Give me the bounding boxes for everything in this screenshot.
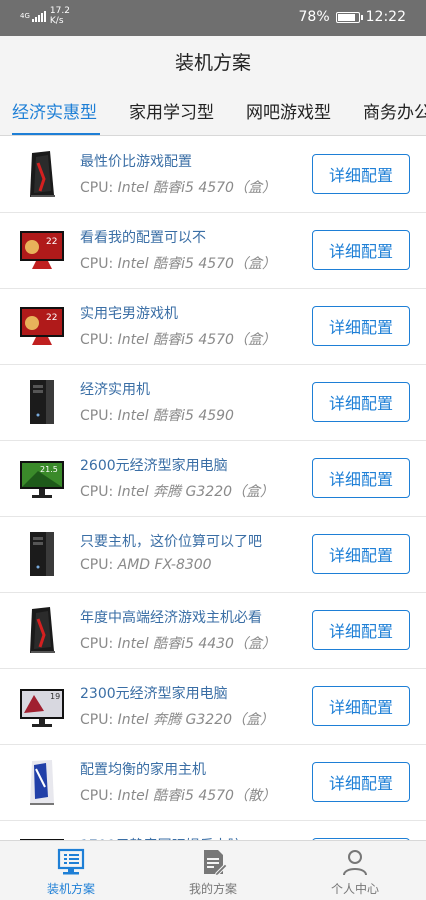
tab-internet-cafe-gaming[interactable]: 网吧游戏型 [246, 98, 331, 123]
product-thumbnail: 22 [18, 225, 66, 275]
cpu-value: Intel 酷睿i5 4430（盒） [117, 636, 276, 652]
detail-config-button[interactable]: 详细配置 [312, 458, 410, 498]
status-bar: 4G 17.2 K/s 78% 12:22 [0, 0, 426, 36]
cpu-label: CPU: [80, 484, 118, 500]
cpu-value: Intel 奔腾 G3220（盒） [117, 484, 275, 500]
nav-profile-label: 个人中心 [330, 882, 379, 896]
detail-config-button[interactable]: 详细配置 [312, 686, 410, 726]
detail-config-button[interactable]: 详细配置 [312, 762, 410, 802]
plan-cpu: CPU: Intel 酷睿i5 4570（盒） [80, 253, 276, 273]
cpu-label: CPU: [80, 408, 118, 424]
product-thumbnail [18, 757, 66, 807]
product-thumbnail [18, 529, 66, 579]
detail-config-button[interactable]: 详细配置 [312, 534, 410, 574]
svg-text:19: 19 [50, 692, 60, 701]
detail-config-button[interactable]: 详细配置 [312, 306, 410, 346]
svg-text:21.5: 21.5 [40, 465, 58, 474]
plan-cpu: CPU: AMD FX-8300 [80, 557, 212, 573]
clock: 12:22 [365, 9, 406, 25]
list-item[interactable]: 19 2300元经济型家用电脑 CPU: Intel 奔腾 G3220（盒） 详细配置 [0, 669, 426, 745]
nav-my-plans[interactable]: 我的方案 [142, 841, 284, 900]
cpu-label: CPU: [80, 557, 118, 573]
page-title-bar: 装机方案 [0, 36, 426, 86]
plan-title[interactable]: 只要主机，这价位算可以了吧 [80, 531, 262, 551]
person-icon [343, 850, 367, 876]
page-title: 装机方案 [174, 51, 251, 74]
detail-config-button[interactable]: 详细配置 [312, 382, 410, 422]
battery-icon [335, 11, 363, 23]
speed-value: 17.2 [49, 6, 70, 16]
status-left: 4G 17.2 K/s [20, 6, 70, 26]
plan-title[interactable]: 2300元经济型家用电脑 [80, 683, 228, 703]
cpu-value: Intel 酷睿i5 4590 [117, 408, 234, 424]
plan-title[interactable]: 2600元经济型家用电脑 [80, 455, 228, 475]
plan-title[interactable]: 经济实用机 [80, 379, 150, 399]
speed-unit: K/s [49, 16, 64, 26]
tab-business-office[interactable]: 商务办公 [363, 98, 426, 123]
cpu-value: Intel 酷睿i5 4570（盒） [117, 256, 276, 272]
detail-config-button[interactable]: 详细配置 [312, 610, 410, 650]
cpu-value: Intel 酷睿i5 4570（盒） [117, 332, 276, 348]
list-item[interactable]: 经济实用机 CPU: Intel 酷睿i5 4590 详细配置 [0, 365, 426, 441]
active-tab-indicator [12, 133, 100, 135]
bottom-nav: 装机方案 我的方案 个人中心 [0, 840, 426, 900]
plan-cpu: CPU: Intel 奔腾 G3220（盒） [80, 481, 274, 501]
list-item[interactable]: 221700元静音网吧娱乐电脑详细配置 [0, 821, 426, 840]
plan-cpu: CPU: Intel 酷睿i5 4590 [80, 405, 234, 425]
cpu-value: Intel 奔腾 G3220（盒） [117, 712, 275, 728]
plan-title[interactable]: 配置均衡的家用主机 [80, 759, 206, 779]
plan-icon [57, 848, 85, 875]
network-type: 4G [20, 12, 30, 20]
battery-percent: 78% [298, 9, 330, 25]
svg-text:22: 22 [46, 237, 57, 247]
product-thumbnail [18, 149, 66, 199]
tab-home-study[interactable]: 家用学习型 [129, 98, 214, 123]
plan-title[interactable]: 实用宅男游戏机 [80, 303, 178, 323]
my-plan-icon [204, 850, 228, 877]
plan-cpu: CPU: Intel 酷睿i5 4570（盒） [80, 177, 276, 197]
product-thumbnail: 22 [18, 301, 66, 351]
plan-title[interactable]: 年度中高端经济游戏主机必看 [80, 607, 262, 627]
cpu-label: CPU: [80, 256, 118, 272]
cpu-value: Intel 酷睿i5 4570（盒） [117, 180, 276, 196]
plan-cpu: CPU: Intel 酷睿i5 4430（盒） [80, 633, 276, 653]
list-item[interactable]: 配置均衡的家用主机 CPU: Intel 酷睿i5 4570（散） 详细配置 [0, 745, 426, 821]
nav-profile[interactable]: 个人中心 [284, 841, 426, 900]
list-item[interactable]: 21.5 2600元经济型家用电脑 CPU: Intel 奔腾 G3220（盒） 详细… [0, 441, 426, 517]
network-speed: 17.2 K/s [50, 6, 70, 26]
cpu-label: CPU: [80, 332, 118, 348]
list-item[interactable]: 最性价比游戏配置 CPU: Intel 酷睿i5 4570（盒） 详细配置 [0, 137, 426, 213]
product-thumbnail: 21.5 [18, 453, 66, 503]
cpu-value: AMD FX-8300 [117, 557, 212, 573]
detail-config-button[interactable]: 详细配置 [312, 230, 410, 270]
cpu-value: Intel 酷睿i5 4570（散） [117, 788, 276, 804]
category-tabs: 经济实惠型 家用学习型 网吧游戏型 商务办公 [0, 86, 426, 136]
status-right: 78% 12:22 [299, 9, 406, 25]
signal-icon [31, 10, 46, 22]
product-thumbnail [18, 605, 66, 655]
plan-cpu: CPU: Intel 奔腾 G3220（盒） [80, 709, 274, 729]
plan-title[interactable]: 最性价比游戏配置 [80, 151, 192, 171]
cpu-label: CPU: [80, 788, 118, 804]
cpu-label: CPU: [80, 180, 118, 196]
plan-cpu: CPU: Intel 酷睿i5 4570（盒） [80, 329, 276, 349]
tab-economy[interactable]: 经济实惠型 [12, 98, 97, 123]
nav-my-plans-label: 我的方案 [188, 882, 237, 896]
plan-cpu: CPU: Intel 酷睿i5 4570（散） [80, 785, 276, 805]
list-item[interactable]: 22 看看我的配置可以不 CPU: Intel 酷睿i5 4570（盒） 详细配置 [0, 213, 426, 289]
cpu-label: CPU: [80, 636, 118, 652]
product-thumbnail: 22 [18, 833, 66, 840]
svg-text:22: 22 [46, 313, 57, 323]
plan-title[interactable]: 看看我的配置可以不 [80, 227, 206, 247]
list-item[interactable]: 年度中高端经济游戏主机必看 CPU: Intel 酷睿i5 4430（盒） 详细配置 [0, 593, 426, 669]
cpu-label: CPU: [80, 712, 118, 728]
list-item[interactable]: 只要主机，这价位算可以了吧 CPU: AMD FX-8300 详细配置 [0, 517, 426, 593]
list-item[interactable]: 22 实用宅男游戏机 CPU: Intel 酷睿i5 4570（盒） 详细配置 [0, 289, 426, 365]
nav-plans-label: 装机方案 [46, 882, 95, 896]
product-thumbnail: 19 [18, 681, 66, 731]
plan-list: 最性价比游戏配置 CPU: Intel 酷睿i5 4570（盒） 详细配置 22 看看我… [0, 137, 426, 840]
detail-config-button[interactable]: 详细配置 [312, 154, 410, 194]
nav-plans[interactable]: 装机方案 [0, 841, 142, 900]
product-thumbnail [18, 377, 66, 427]
